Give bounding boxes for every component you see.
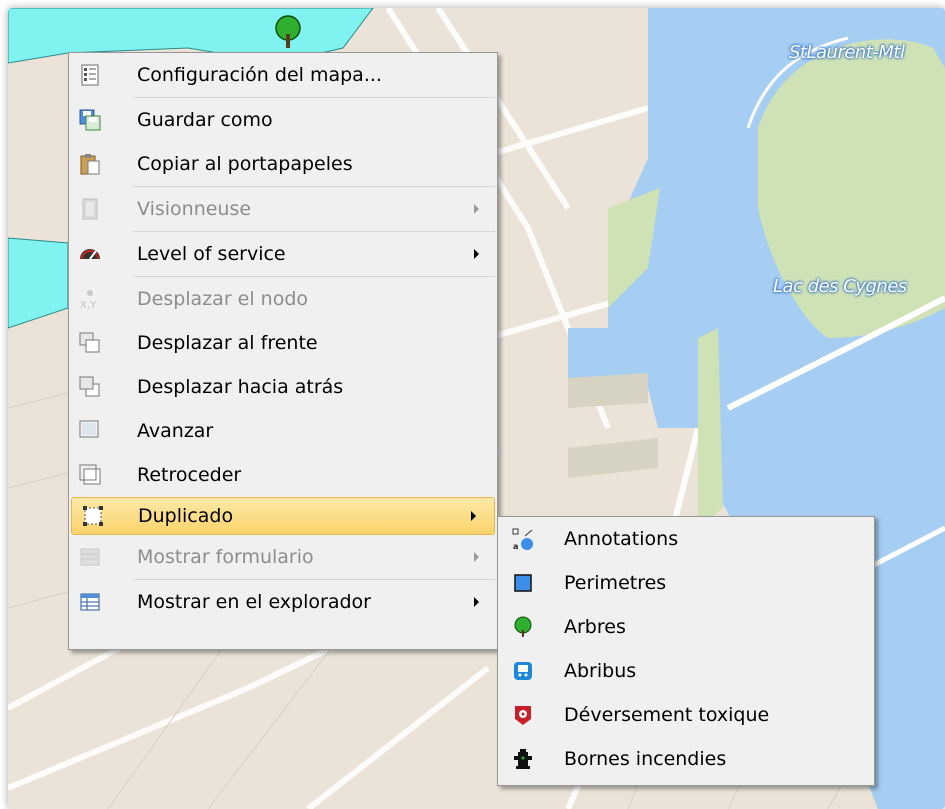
map-label-lac-des-cygnes: Lac des Cygnes	[773, 276, 907, 297]
menu-item-send-back[interactable]: Desplazar hacia atrás	[69, 365, 497, 409]
menu-item-show-explorer[interactable]: Mostrar en el explorador	[69, 580, 497, 624]
submenu-item-bornes-incendies[interactable]: Bornes incendies	[498, 737, 874, 781]
submenu-item-label: Arbres	[564, 616, 626, 638]
send-backward-icon	[79, 464, 101, 486]
svg-text:a: a	[513, 542, 518, 550]
clipboard-icon	[79, 153, 101, 175]
menu-item-los[interactable]: Level of service	[69, 232, 497, 276]
menu-item-label: Guardar como	[137, 109, 273, 131]
svg-text:X,Y: X,Y	[80, 300, 97, 310]
list-settings-icon	[79, 64, 101, 86]
submenu-arrow-icon	[474, 597, 479, 607]
menu-item-label: Mostrar en el explorador	[137, 591, 371, 613]
save-as-icon	[79, 109, 101, 131]
gauge-icon	[79, 243, 101, 265]
menu-item-label: Retroceder	[137, 464, 242, 486]
submenu-item-abribus[interactable]: Abribus	[498, 649, 874, 693]
submenu-item-label: Annotations	[564, 528, 679, 550]
menu-item-label: Level of service	[137, 243, 286, 265]
menu-item-save[interactable]: Guardar como	[69, 98, 497, 142]
menu-item-bring-front[interactable]: Desplazar al frente	[69, 321, 497, 365]
toxic-spill-icon	[512, 704, 534, 726]
bring-forward-icon	[79, 420, 101, 442]
fire-hydrant-icon	[512, 748, 534, 770]
submenu-arrow-icon	[474, 249, 479, 259]
form-icon	[79, 546, 101, 568]
film-icon	[79, 198, 101, 220]
perimeter-icon	[512, 572, 534, 594]
menu-item-viewer: Visionneuse	[69, 187, 497, 231]
tree-icon	[512, 616, 534, 638]
menu-item-config[interactable]: Configuración del mapa...	[69, 53, 497, 97]
annotations-icon: a	[512, 528, 534, 551]
submenu-item-label: Abribus	[564, 660, 637, 682]
submenu-item-perimetres[interactable]: Perimetres	[498, 561, 874, 605]
menu-item-label: Desplazar hacia atrás	[137, 376, 344, 398]
submenu-item-label: Déversement toxique	[564, 704, 770, 726]
duplicate-submenu: a Annotations Perimetres Arbres Abribus Déver…	[497, 516, 875, 786]
submenu-item-annotations[interactable]: a Annotations	[498, 517, 874, 561]
menu-item-label: Copiar al portapapeles	[137, 153, 353, 175]
menu-item-label: Visionneuse	[137, 198, 252, 220]
submenu-item-arbres[interactable]: Arbres	[498, 605, 874, 649]
menu-item-copy[interactable]: Copiar al portapapeles	[69, 142, 497, 186]
bring-to-front-icon	[79, 332, 101, 354]
menu-item-label: Desplazar al frente	[137, 332, 318, 354]
send-to-back-icon	[79, 376, 101, 398]
menu-item-backward[interactable]: Retroceder	[69, 453, 497, 497]
menu-item-duplicate[interactable]: Duplicado	[71, 497, 495, 535]
menu-item-label: Configuración del mapa...	[137, 64, 382, 86]
map-label-stlaurent: StLaurent-Mtl	[789, 42, 905, 63]
menu-item-label: Duplicado	[138, 505, 234, 527]
submenu-arrow-icon	[474, 552, 479, 562]
submenu-item-label: Perimetres	[564, 572, 667, 594]
submenu-arrow-icon	[474, 204, 479, 214]
menu-item-label: Avanzar	[137, 420, 214, 442]
menu-item-move-node: X,Y Desplazar el nodo	[69, 277, 497, 321]
menu-item-forward[interactable]: Avanzar	[69, 409, 497, 453]
submenu-item-deversement-toxique[interactable]: Déversement toxique	[498, 693, 874, 737]
bus-stop-icon	[512, 660, 534, 682]
menu-item-label: Desplazar el nodo	[137, 288, 309, 310]
submenu-arrow-icon	[471, 511, 476, 521]
submenu-item-label: Bornes incendies	[564, 748, 727, 770]
menu-item-label: Mostrar formulario	[137, 546, 314, 568]
move-node-icon: X,Y	[79, 288, 101, 311]
table-icon	[79, 591, 101, 613]
menu-item-show-form: Mostrar formulario	[69, 535, 497, 579]
context-menu: Configuración del mapa... Guardar como Cop…	[68, 52, 498, 650]
duplicate-icon	[82, 505, 104, 527]
